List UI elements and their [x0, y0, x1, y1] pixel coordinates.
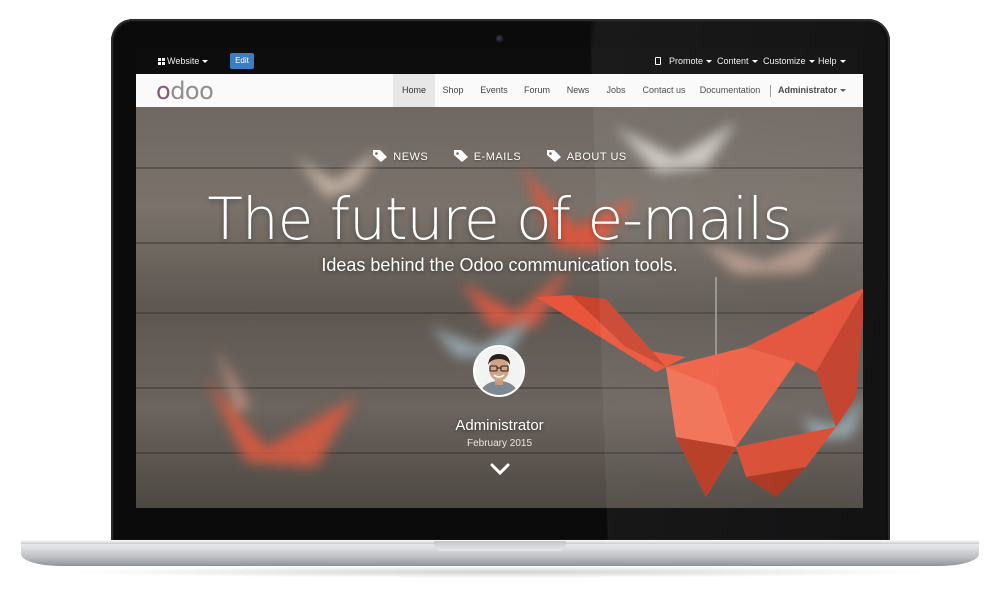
author-name: Administrator [455, 417, 544, 434]
post-title: The future of e-mails [207, 185, 792, 253]
caret-down-icon [202, 60, 209, 64]
tag-icon [373, 150, 388, 162]
caret-down-icon [751, 60, 758, 64]
nav-events[interactable]: Events [477, 74, 511, 107]
category-tags: NEWS E-MAILS ABOUT US [136, 147, 863, 165]
mobile-preview-button[interactable] [655, 56, 661, 66]
user-menu-label: Administrator [777, 85, 837, 95]
tag-icon [453, 150, 468, 162]
nav-contact-us[interactable]: Contact us [639, 74, 689, 107]
category-about-us[interactable]: ABOUT US [546, 149, 627, 163]
grid-icon [158, 58, 165, 65]
odoo-logo[interactable]: odoo [156, 77, 214, 105]
nav-news[interactable]: News [562, 74, 594, 107]
mobile-icon [655, 57, 661, 65]
author-photo [475, 347, 523, 395]
caret-down-icon [839, 60, 846, 64]
category-about-us-label: ABOUT US [566, 151, 627, 163]
category-emails[interactable]: E-MAILS [453, 149, 522, 163]
category-news-label: NEWS [393, 151, 429, 163]
promote-menu[interactable]: Promote [669, 56, 713, 66]
chevron-down-icon[interactable] [490, 462, 510, 476]
edit-button[interactable]: Edit [230, 53, 254, 69]
webcam [496, 35, 504, 43]
logo-text: doo [170, 77, 214, 105]
logo-letter: o [156, 77, 171, 105]
nav-home[interactable]: Home [393, 74, 435, 107]
background-crane-bottom-left [206, 347, 356, 467]
help-menu-label: Help [818, 56, 837, 66]
caret-down-icon [840, 89, 846, 93]
laptop-notch [434, 541, 566, 551]
nav-forum[interactable]: Forum [520, 74, 554, 107]
laptop-shadow [60, 566, 940, 578]
user-menu[interactable]: Administrator [777, 74, 847, 107]
customize-menu[interactable]: Customize [763, 56, 815, 66]
author-avatar[interactable] [473, 345, 525, 397]
origami-crane-main [536, 277, 863, 497]
post-date: February 2015 [466, 438, 533, 449]
nav-jobs[interactable]: Jobs [602, 74, 630, 107]
customize-menu-label: Customize [763, 56, 806, 66]
category-news[interactable]: NEWS [372, 149, 428, 163]
content-menu[interactable]: Content [717, 56, 758, 66]
main-navbar: odoo Home Shop Events Forum News Jobs Co… [136, 74, 863, 108]
website-menu-label: Website [167, 56, 200, 66]
caret-down-icon [706, 60, 713, 64]
content-menu-label: Content [717, 56, 749, 66]
category-emails-label: E-MAILS [473, 151, 522, 163]
promote-menu-label: Promote [669, 56, 704, 66]
screen: Website Edit Promote Content Customize H… [136, 47, 863, 508]
wood-board-line [136, 167, 863, 169]
nav-shop[interactable]: Shop [438, 74, 468, 107]
post-subtitle: Ideas behind the Odoo communication tool… [321, 255, 678, 275]
website-menu[interactable]: Website [158, 56, 209, 66]
help-menu[interactable]: Help [818, 56, 846, 66]
hero-banner: NEWS E-MAILS ABOUT US The future of e-ma… [136, 107, 863, 508]
nav-divider [770, 85, 771, 97]
nav-documentation[interactable]: Documentation [698, 74, 762, 107]
tag-icon [546, 150, 561, 162]
admin-bar: Website Edit Promote Content Customize H… [136, 47, 863, 74]
caret-down-icon [808, 60, 815, 64]
